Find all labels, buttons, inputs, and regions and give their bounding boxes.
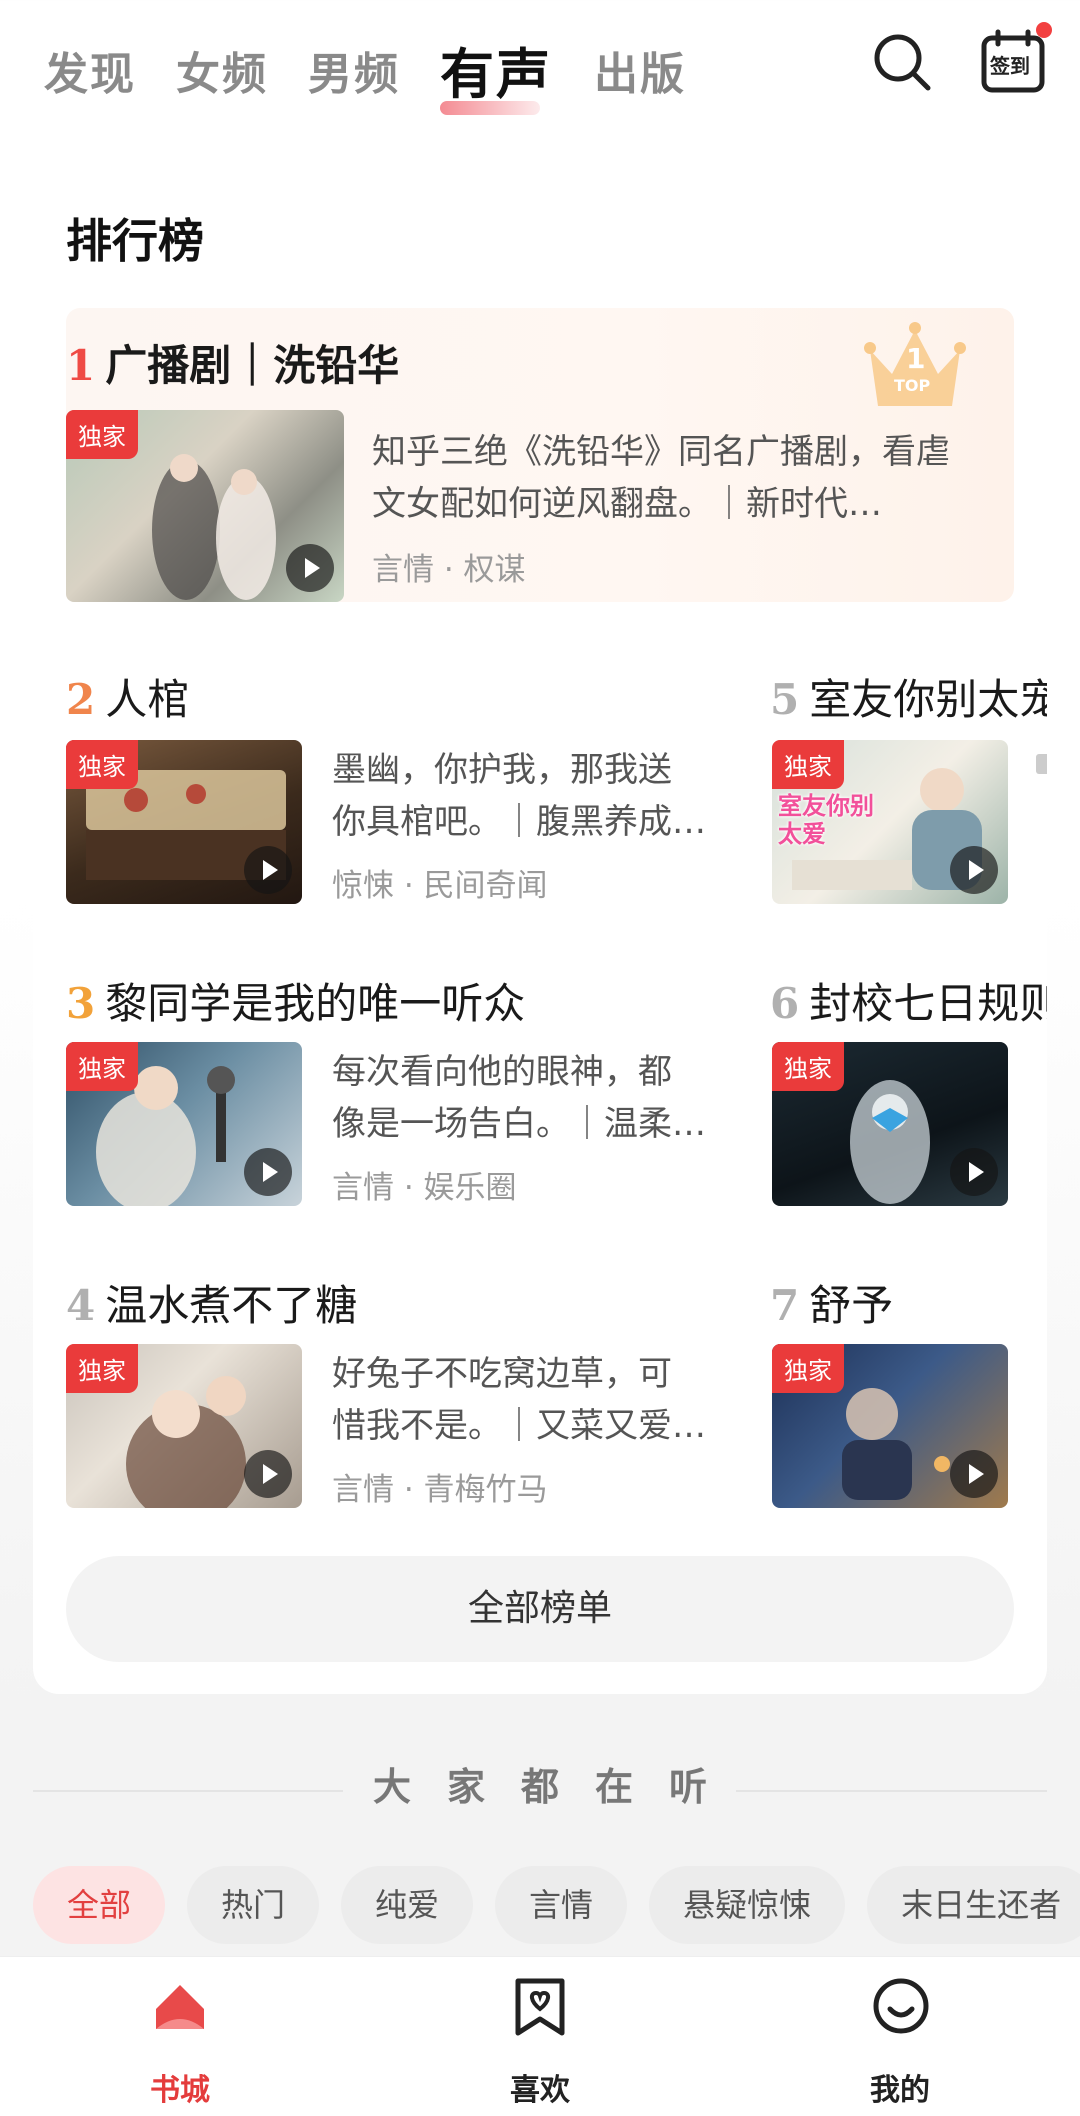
ranking-title: 排行榜: [66, 214, 204, 268]
rank-item-3-meta: 言情 · 娱乐圈: [332, 1170, 517, 1206]
all-rankings-button[interactable]: 全部榜单: [66, 1556, 1014, 1662]
tab-audio[interactable]: 有声: [440, 30, 552, 115]
nav-profile[interactable]: 我的: [800, 1957, 1000, 2116]
rank-number: 3: [66, 979, 96, 1028]
rank-item-2-desc: 墨幽，你护我，那我送 你具棺吧。｜腹黑养成…: [332, 750, 706, 842]
listening-header: 大家都在听: [0, 1756, 1080, 1811]
rank-number: 1: [66, 341, 96, 390]
cover-image[interactable]: 室友你别太爱 独家: [772, 740, 1008, 904]
cover-image[interactable]: 独家: [66, 740, 302, 904]
cover-title-text: 室友你别太爱: [778, 792, 874, 848]
play-icon[interactable]: [244, 1450, 292, 1498]
crown-label: TOP: [894, 376, 931, 395]
cover-image[interactable]: 独家: [772, 1042, 1008, 1206]
rank-item-3-title[interactable]: 3 黎同学是我的唯一听众: [66, 970, 525, 1031]
exclusive-tag: 独家: [772, 1344, 844, 1393]
play-icon[interactable]: [244, 846, 292, 894]
nav-label: 我的: [870, 2073, 930, 2108]
chip-pure-love[interactable]: 纯爱: [341, 1866, 474, 1944]
rank-column-2: 5 室友你别太宠 室友你别太爱 独家 6 封校七日规则 独家 7 舒予 独家: [770, 650, 1047, 1530]
tab-female[interactable]: 女频: [176, 38, 268, 102]
search-icon[interactable]: [868, 28, 938, 98]
chip-romance[interactable]: 言情: [495, 1866, 628, 1944]
checkin-label: 签到: [990, 54, 1030, 78]
truncated-text: [1036, 754, 1047, 774]
tab-discover[interactable]: 发现: [44, 38, 136, 102]
exclusive-tag: 独家: [772, 740, 844, 789]
nav-label: 书城: [150, 2073, 210, 2108]
rank-item-2-title[interactable]: 2 人棺: [66, 666, 189, 727]
rank-number: 4: [66, 1281, 96, 1330]
play-icon[interactable]: [950, 846, 998, 894]
exclusive-tag: 独家: [66, 1344, 138, 1393]
rank-item-6-title[interactable]: 6 封校七日规则: [770, 970, 1047, 1031]
exclusive-tag: 独家: [66, 410, 138, 459]
checkin-button[interactable]: 签到: [980, 22, 1052, 98]
play-icon[interactable]: [286, 544, 334, 592]
nav-bookstore[interactable]: 书城: [80, 1957, 280, 2116]
chip-all[interactable]: 全部: [33, 1866, 166, 1944]
cover-image[interactable]: 独家: [772, 1344, 1008, 1508]
listening-title: 大家都在听: [372, 1764, 743, 1809]
chip-survivor[interactable]: 末日生还者: [867, 1866, 1080, 1944]
rank-item-1-desc: 知乎三绝《洗铅华》同名广播剧，看虐文女配如何逆风翻盘。｜新时代…: [372, 432, 950, 524]
nav-label: 喜欢: [510, 2073, 570, 2108]
crown-number: 1: [906, 342, 926, 375]
smile-icon: [873, 1978, 929, 2034]
tab-male[interactable]: 男频: [308, 38, 400, 102]
play-icon[interactable]: [950, 1450, 998, 1498]
chip-suspense[interactable]: 悬疑惊悚: [649, 1866, 846, 1944]
rank-number: 7: [770, 1281, 800, 1330]
play-icon[interactable]: [244, 1148, 292, 1196]
chip-hot[interactable]: 热门: [187, 1866, 320, 1944]
rank-item-1-title: 1 广播剧｜洗铅华: [66, 341, 400, 390]
rank-item-2-meta: 惊悚 · 民间奇闻: [332, 868, 548, 904]
cover-image[interactable]: 独家: [66, 1042, 302, 1206]
exclusive-tag: 独家: [772, 1042, 844, 1091]
category-chips: 全部 热门 纯爱 言情 悬疑惊悚 末日生还者: [33, 1866, 1080, 1946]
rank-number: 5: [770, 675, 800, 724]
exclusive-tag: 独家: [66, 1042, 138, 1091]
home-icon: [156, 1985, 204, 2029]
cover-image[interactable]: 独家: [66, 1344, 302, 1508]
rank-number: 6: [770, 979, 800, 1028]
bottom-navigation: 书城 喜欢 我的: [0, 1956, 1080, 2116]
rank-item-7-title[interactable]: 7 舒予: [770, 1272, 893, 1333]
tab-publish[interactable]: 出版: [594, 38, 686, 102]
cover-image[interactable]: 独家: [66, 410, 344, 602]
bookmark-heart-icon: [515, 1978, 565, 2036]
rank-item-4-desc: 好兔子不吃窝边草，可 惜我不是。｜又菜又爱…: [332, 1354, 706, 1446]
rank-item-1-meta: 言情 · 权谋: [372, 552, 526, 588]
exclusive-tag: 独家: [66, 740, 138, 789]
top-navigation: 发现 女频 男频 有声 出版 签到: [0, 0, 1080, 130]
nav-favorites[interactable]: 喜欢: [440, 1957, 640, 2116]
rank-item-4-meta: 言情 · 青梅竹马: [332, 1472, 548, 1508]
notification-dot: [1036, 22, 1052, 38]
play-icon[interactable]: [950, 1148, 998, 1196]
rank-item-4-title[interactable]: 4 温水煮不了糖: [66, 1272, 357, 1333]
crown-badge: 1 TOP: [858, 310, 972, 424]
rank-item-3-desc: 每次看向他的眼神，都 像是一场告白。｜温柔…: [332, 1052, 706, 1144]
rank-number: 2: [66, 675, 96, 724]
rank-item-5-title[interactable]: 5 室友你别太宠: [770, 666, 1047, 727]
